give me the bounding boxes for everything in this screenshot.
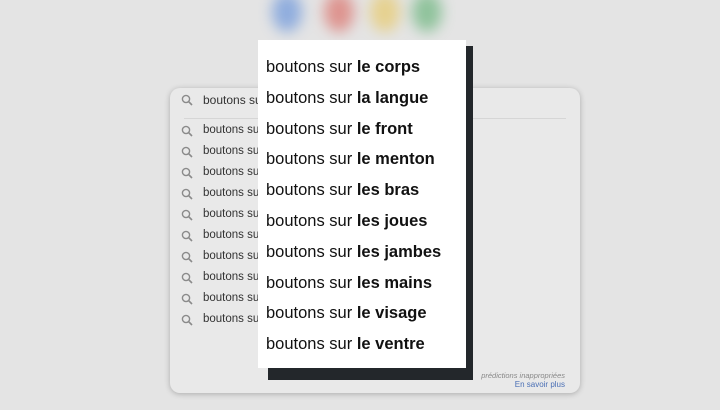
suggestion-text: boutons su <box>203 250 260 262</box>
suggestion-completion: les mains <box>356 273 433 292</box>
overlay-suggestion-item[interactable]: boutons sur le ventre <box>266 329 441 360</box>
suggestion-completion: le ventre <box>356 335 425 354</box>
suggestion-text: boutons su <box>203 124 260 136</box>
suggestion-prefix: boutons sur <box>266 150 357 169</box>
suggestion-prefix: boutons sur <box>266 273 357 292</box>
suggestion-prefix: boutons sur <box>266 335 357 354</box>
search-icon <box>181 146 193 158</box>
overlay-suggestion-item[interactable]: boutons sur les joues <box>266 206 441 237</box>
overlay-suggestion-item[interactable]: boutons sur les bras <box>266 175 441 206</box>
search-icon <box>181 293 193 305</box>
overlay-suggestion-item[interactable]: boutons sur les mains <box>266 268 441 299</box>
suggestion-prefix: boutons sur <box>266 304 357 323</box>
suggestion-text: boutons su <box>203 187 260 199</box>
suggestion-prefix: boutons sur <box>266 119 357 138</box>
suggestion-completion: les joues <box>356 211 428 230</box>
search-icon <box>181 251 193 263</box>
overlay-suggestion-item[interactable]: boutons sur le front <box>266 114 441 145</box>
suggestion-prefix: boutons sur <box>266 58 357 76</box>
suggestion-prefix: boutons sur <box>266 242 357 261</box>
suggestion-completion: les bras <box>356 181 420 200</box>
search-icon <box>181 188 193 200</box>
overlay-suggestion-list: boutons sur le corps boutons sur la langu… <box>266 52 441 360</box>
suggestion-completion: le visage <box>356 304 427 323</box>
overlay-suggestion-item[interactable]: boutons sur le corps <box>266 52 441 83</box>
suggestion-text: boutons su <box>203 313 260 325</box>
suggestion-completion: le menton <box>356 150 435 169</box>
suggestion-text: boutons su <box>203 145 260 157</box>
search-icon <box>181 230 193 242</box>
suggestion-prefix: boutons sur <box>266 181 357 200</box>
search-icon <box>181 94 193 106</box>
overlay-suggestion-item[interactable]: boutons sur le visage <box>266 298 441 329</box>
search-query[interactable]: boutons su <box>203 93 262 107</box>
suggestion-text: boutons su <box>203 292 260 304</box>
search-icon <box>181 272 193 284</box>
suggestion-overlay: boutons sur le corps boutons sur la langu… <box>258 40 466 368</box>
search-icon <box>181 125 193 137</box>
search-icon <box>181 209 193 221</box>
suggestion-completion: les jambes <box>356 242 442 261</box>
suggestion-text: boutons su <box>203 271 260 283</box>
suggestion-completion: le corps <box>356 58 421 76</box>
report-predictions-text: prédictions inappropriées <box>481 371 565 380</box>
suggestion-text: boutons su <box>203 229 260 241</box>
suggestion-text: boutons su <box>203 208 260 220</box>
suggestion-prefix: boutons sur <box>266 88 357 107</box>
suggestion-text: boutons su <box>203 166 260 178</box>
learn-more-link[interactable]: En savoir plus <box>515 380 565 389</box>
blurred-logo <box>262 0 472 40</box>
search-icon <box>181 314 193 326</box>
suggestion-completion: la langue <box>356 88 429 107</box>
suggestion-completion: le front <box>356 119 413 138</box>
overlay-suggestion-item[interactable]: boutons sur le menton <box>266 144 441 175</box>
suggestion-prefix: boutons sur <box>266 211 357 230</box>
overlay-suggestion-item[interactable]: boutons sur les jambes <box>266 237 441 268</box>
search-icon <box>181 167 193 179</box>
overlay-suggestion-item[interactable]: boutons sur la langue <box>266 83 441 114</box>
